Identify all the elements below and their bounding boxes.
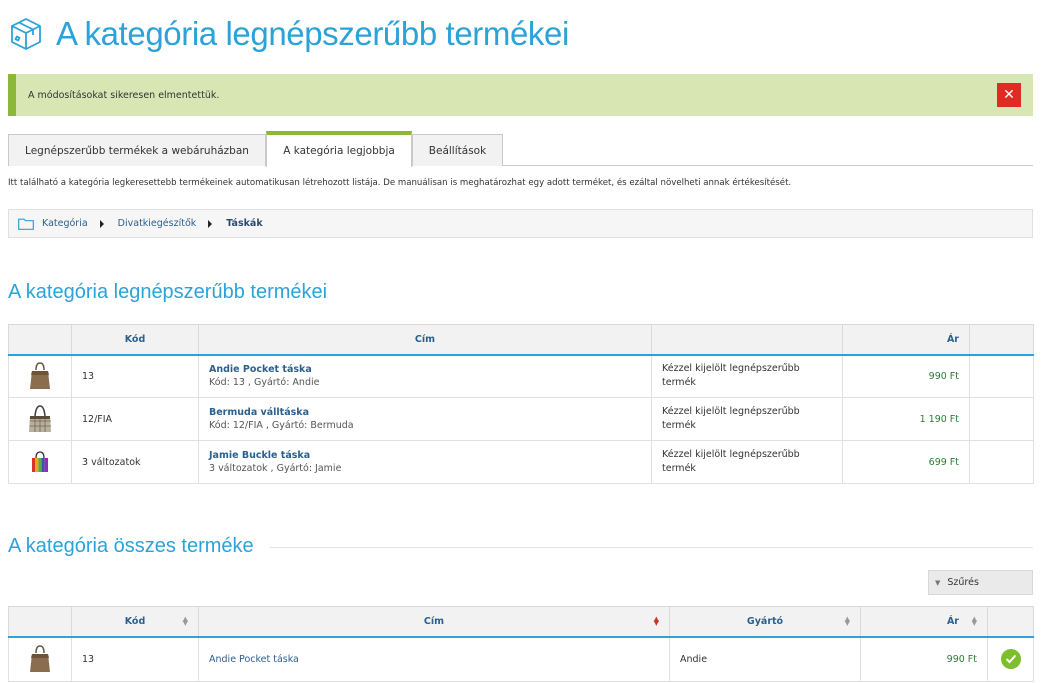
price-cell: 699 Ft [842,440,970,484]
column-code-sortable[interactable]: Kód ▲ ▼ [71,606,199,638]
column-thumb [8,606,72,638]
tab-bar: Legnépszerűbb termékek a webáruházban A … [8,131,1033,167]
actions-cell [969,397,1034,441]
title-cell: Andie Pocket táska [198,636,670,682]
column-thumb [8,324,72,356]
note-cell: Kézzel kijelölt legnépszerűbb termék [651,354,843,398]
bag-checkered-thumbnail [29,405,51,432]
bag-brown-thumbnail [30,362,50,390]
close-alert-button[interactable]: ✕ [997,83,1021,107]
bag-brown-thumbnail [30,645,50,673]
column-maker-sortable[interactable]: Gyártó ▲ ▼ [669,606,861,638]
tab-category-best[interactable]: A kategória legjobbja [266,131,412,167]
breadcrumb-accessories[interactable]: Divatkiegészítők [118,218,197,229]
column-actions [969,324,1034,356]
filter-label: Szűrés [947,577,979,588]
breadcrumb-category[interactable]: Kategória [42,218,88,229]
breadcrumb-separator-icon [208,219,213,228]
code-cell: 13 [71,636,199,682]
note-cell: Kézzel kijelölt legnépszerűbb termék [651,440,843,484]
tab-settings[interactable]: Beállítások [412,134,503,166]
breadcrumb: Kategória Divatkiegészítők Táskák [8,209,1033,238]
code-cell: 3 változatok [71,440,199,484]
column-maker-label: Gyártó [746,615,784,627]
actions-cell [969,440,1034,484]
caret-down-icon: ▼ [935,578,941,587]
tab-popular-store[interactable]: Legnépszerűbb termékek a webáruházban [8,134,266,166]
sort-active-icon: ▲ ▼ [653,615,659,628]
table-row: 3 változatok Jamie Buckle táska 3 változ… [8,440,1034,484]
section-title-all: A kategória összes terméke [8,535,254,557]
folder-icon [18,218,34,230]
success-alert: A módosításokat sikeresen elmentettük. ✕ [8,74,1033,116]
table-header-row: Kód Cím Ár [8,324,1034,356]
breadcrumb-bags: Táskák [226,218,263,229]
product-meta: Kód: 13 , Gyártó: Andie [209,377,320,389]
actions-cell [969,354,1034,398]
column-title-label: Cím [423,615,445,627]
column-title-sortable[interactable]: Cím ▲ ▼ [198,606,670,638]
price-cell: 990 Ft [860,636,988,682]
box-icon [11,18,41,50]
title-cell: Jamie Buckle táska 3 változatok , Gyártó… [198,440,652,484]
section-title-popular: A kategória legnépszerűbb termékei [8,281,328,303]
section-divider [270,547,1033,548]
product-link[interactable]: Jamie Buckle táska [209,450,641,461]
column-note [651,324,843,356]
code-cell: 12/FIA [71,397,199,441]
maker-cell: Andie [669,636,861,682]
note-cell: Kézzel kijelölt legnépszerűbb termék [651,397,843,441]
thumb-cell [8,636,72,682]
column-title: Cím [198,324,652,356]
code-cell: 13 [71,354,199,398]
product-link[interactable]: Andie Pocket táska [209,364,641,375]
column-status [987,606,1034,638]
column-price: Ár [842,324,970,356]
thumb-cell [8,354,72,398]
column-code-label: Kód [124,615,146,627]
table-row: 12/FIA Bermuda válltáska Kód: 12/FIA , G… [8,397,1034,441]
sort-icon: ▲ ▼ [971,615,977,628]
thumb-cell [8,440,72,484]
page-header: A kategória legnépszerűbb termékei [8,12,569,56]
check-icon[interactable] [1000,649,1021,670]
popular-products-table: Kód Cím Ár 13 Andie Pocket táska Kód: 13… [8,324,1034,484]
column-price-sortable[interactable]: Ár ▲ ▼ [860,606,988,638]
description-text: Itt található a kategória legkeresettebb… [8,178,792,188]
product-link[interactable]: Andie Pocket táska [209,654,299,665]
title-cell: Bermuda válltáska Kód: 12/FIA , Gyártó: … [198,397,652,441]
product-meta: 3 változatok , Gyártó: Jamie [209,463,342,474]
title-cell: Andie Pocket táska Kód: 13 , Gyártó: And… [198,354,652,398]
sort-icon: ▲ ▼ [182,615,188,628]
price-cell: 990 Ft [842,354,970,398]
product-link[interactable]: Bermuda válltáska [209,407,641,418]
thumb-cell [8,397,72,441]
filter-button[interactable]: ▼ Szűrés [928,570,1033,595]
status-cell [987,636,1034,682]
price-cell: 1 190 Ft [842,397,970,441]
table-row: 13 Andie Pocket táska Andie 990 Ft [8,636,1034,682]
table-header-row: Kód ▲ ▼ Cím ▲ ▼ Gyártó ▲ ▼ Ár ▲ ▼ [8,606,1034,638]
sort-icon: ▲ ▼ [844,615,850,628]
column-price-label: Ár [946,615,959,627]
breadcrumb-separator-icon [99,219,104,228]
table-row: 13 Andie Pocket táska Kód: 13 , Gyártó: … [8,354,1034,398]
alert-message: A módosításokat sikeresen elmentettük. [28,89,220,101]
bag-multicolor-thumbnail [32,451,48,472]
all-products-table: Kód ▲ ▼ Cím ▲ ▼ Gyártó ▲ ▼ Ár ▲ ▼ 13 And… [8,606,1034,682]
product-meta: Kód: 12/FIA , Gyártó: Bermuda [209,420,354,431]
column-code: Kód [71,324,199,356]
page-title: A kategória legnépszerűbb termékei [56,15,569,52]
